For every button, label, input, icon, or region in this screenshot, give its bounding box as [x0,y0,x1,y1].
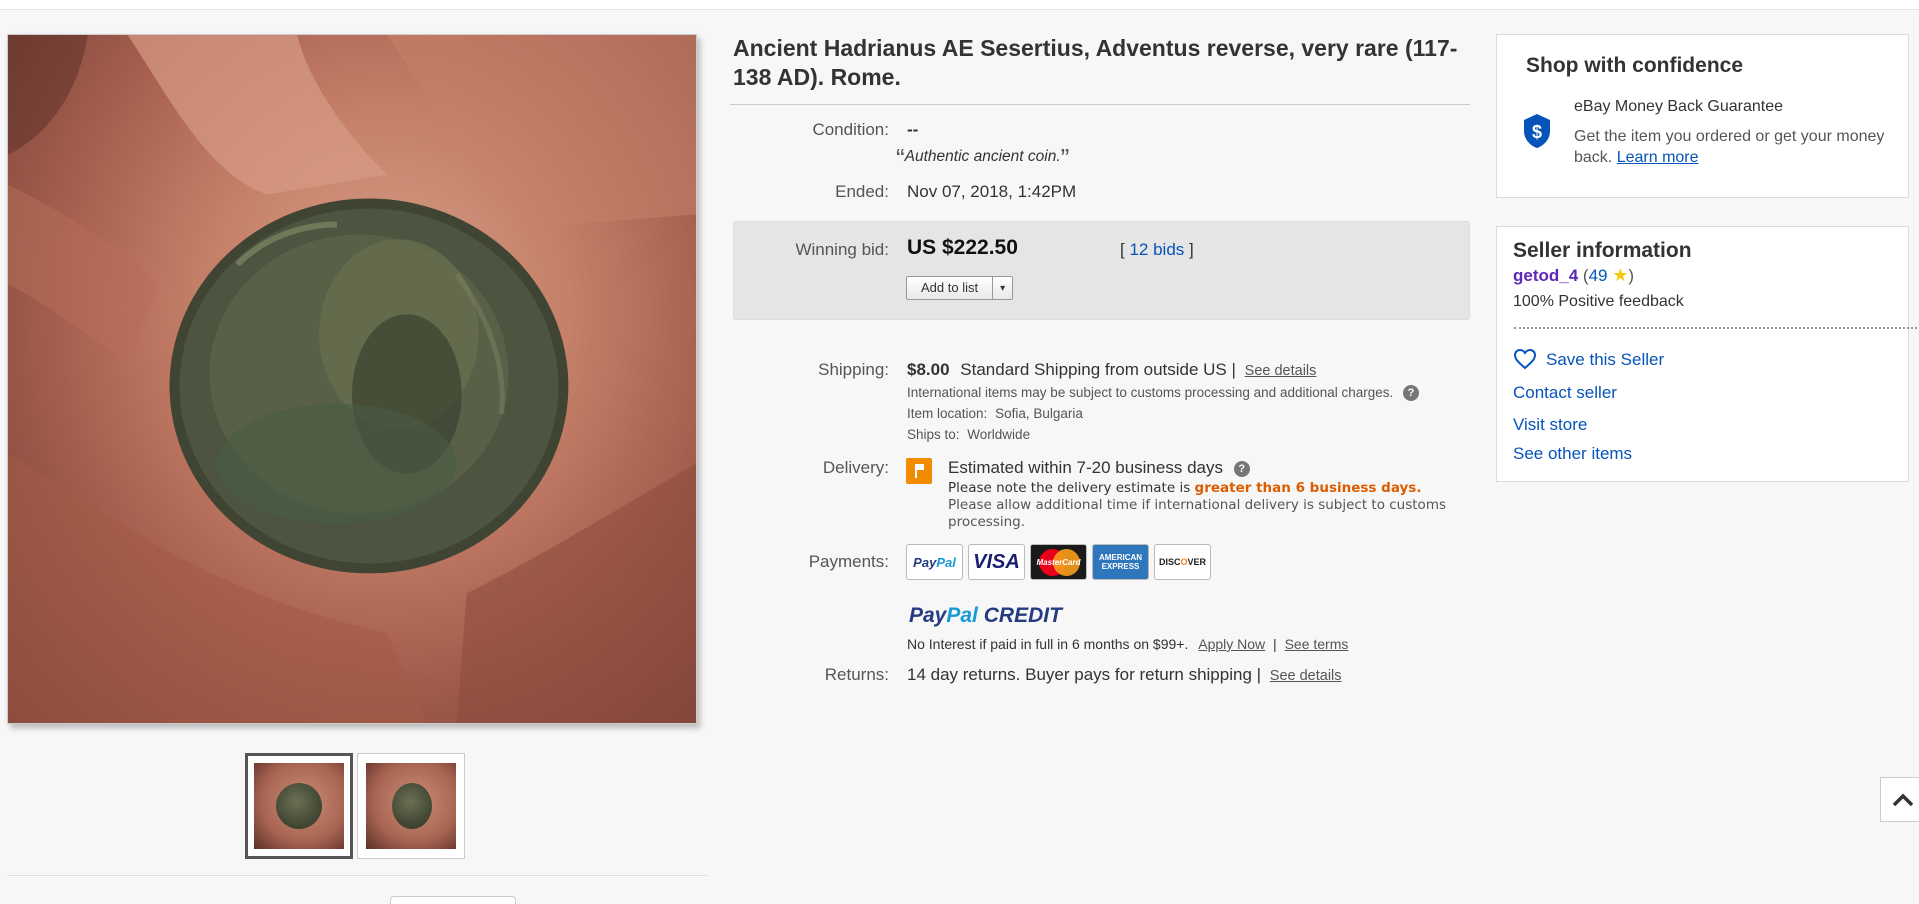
payments-label: Payments: [808,552,889,571]
see-terms-link[interactable]: See terms [1285,636,1349,652]
feedback-score-link[interactable]: 49 [1589,266,1608,285]
shipping-method: Standard Shipping from outside US | [960,360,1236,379]
delivery-note: Please note the delivery estimate is gre… [948,480,1421,496]
shop-confidence-title: Shop with confidence [1526,54,1744,77]
positive-feedback: 100% Positive feedback [1513,293,1684,310]
delivery-estimate: Estimated within 7-20 business days ? [948,458,1250,478]
seller-info-title: Seller information [1513,239,1692,262]
item-location-value: Sofia, Bulgaria [995,406,1083,421]
quote-open-mark: “ [896,143,905,173]
bid-count-open: [ [1120,240,1125,259]
item-location: Item location: Sofia, Bulgaria [907,406,1083,421]
seller-name-link[interactable]: getod_4 [1513,266,1578,285]
paypal-credit-pal: Pal [946,604,978,627]
condition-label: Condition: [812,120,889,139]
shipping-cost: $8.00 [907,360,950,379]
customs-note: International items may be subject to cu… [907,385,1420,402]
thumbnail-1-image [254,763,344,849]
condition-quote-text: Authentic ancient coin. [904,148,1061,165]
thumbnail-1[interactable] [245,753,353,859]
paypal-logo-icon: Pay Pal [906,544,963,580]
guarantee-text: Get the item you ordered or get your mon… [1574,126,1894,168]
listing-title: Ancient Hadrianus AE Sesertius, Adventus… [733,35,1458,90]
bid-count-close: ] [1189,240,1194,259]
add-to-list-label: Add to list [921,280,979,295]
winning-bid-amount: US $222.50 [907,236,1018,259]
shield-dollar-icon: $ [1524,114,1550,148]
help-icon[interactable]: ? [1403,385,1420,402]
paypal-credit-logo: PayPal CREDIT [909,604,1062,628]
condition-quote: “Authentic ancient coin.” [896,143,1069,174]
bid-history-link[interactable]: 12 bids [1129,240,1184,259]
ships-to: Ships to: Worldwide [907,427,1030,442]
seller-name-line: getod_4 (49 ★) [1513,265,1634,286]
top-bar [0,0,1919,10]
delivery-note-prefix: Please note the delivery estimate is [948,480,1191,496]
contact-seller-link[interactable]: Contact seller [1513,383,1617,403]
save-seller-link[interactable]: Save this Seller [1546,350,1664,370]
thumbnail-2[interactable] [357,753,465,859]
shipping-details-link[interactable]: See details [1245,363,1317,379]
heart-icon[interactable] [1513,348,1537,370]
shipping-label: Shipping: [818,360,889,379]
ended-value: Nov 07, 2018, 1:42PM [907,182,1077,201]
credit-separator: | [1273,636,1277,652]
shipping-line: $8.00 Standard Shipping from outside US … [907,360,1316,380]
score-close: ) [1628,266,1635,285]
thumbnail-2-image [366,763,456,849]
add-to-list-button[interactable]: Add to list ▾ [906,276,1014,300]
seller-divider [1514,327,1917,329]
delivery-label: Delivery: [822,458,889,477]
guarantee-title: eBay Money Back Guarantee [1574,98,1784,115]
ships-to-value: Worldwide [967,427,1031,442]
visit-store-link[interactable]: Visit store [1513,415,1587,435]
returns-details-link[interactable]: See details [1270,668,1342,684]
payment-logos: Pay Pal VISA MasterCard AMERICAN EXPRESS D… [906,544,1211,580]
paypal-credit-note-text: No Interest if paid in full in 6 months … [907,636,1189,652]
bid-count: [ 12 bids ] [1120,240,1194,260]
returns-value: 14 day returns. Buyer pays for return sh… [907,665,1262,684]
quote-close-mark: ” [1060,143,1070,173]
chevron-up-icon [1892,793,1913,806]
svg-text:$: $ [1532,122,1542,142]
discover-logo-icon: DISC O VER [1154,544,1211,580]
coin-photo [8,35,696,723]
image-gallery-button[interactable] [390,896,516,904]
flag-icon [906,458,932,484]
thumbnail-strip [245,753,465,859]
paypal-credit-word: CREDIT [983,604,1062,627]
chevron-down-icon[interactable]: ▾ [992,277,1012,299]
paypal-credit-pay: Pay [909,604,947,627]
ships-to-label: Ships to: [907,427,960,442]
title-divider [730,104,1470,105]
see-other-items-link[interactable]: See other items [1513,444,1632,464]
image-divider [7,875,707,876]
winning-bid-label: Winning bid: [795,240,889,259]
item-location-label: Item location: [907,406,988,421]
returns-line: 14 day returns. Buyer pays for return sh… [907,665,1342,685]
main-product-image[interactable] [7,34,697,724]
customs-note-text: International items may be subject to cu… [907,385,1394,400]
apply-now-link[interactable]: Apply Now [1198,636,1265,652]
condition-value: -- [907,120,919,139]
delivery-note-highlight: greater than 6 business days. [1194,480,1422,496]
amex-logo-icon: AMERICAN EXPRESS [1092,544,1149,580]
bid-panel [733,221,1470,320]
back-to-top-button[interactable] [1880,777,1919,822]
returns-label: Returns: [824,665,889,684]
mastercard-logo-icon: MasterCard [1030,544,1087,580]
star-icon: ★ [1612,265,1629,285]
ended-label: Ended: [835,182,889,201]
visa-logo-icon: VISA [968,544,1025,580]
help-icon[interactable]: ? [1233,460,1250,477]
delivery-extra-note: Please allow additional time if internat… [948,497,1447,530]
delivery-estimate-text: Estimated within 7-20 business days [948,458,1223,477]
paypal-credit-note: No Interest if paid in full in 6 months … [907,636,1348,652]
learn-more-link[interactable]: Learn more [1617,149,1699,166]
